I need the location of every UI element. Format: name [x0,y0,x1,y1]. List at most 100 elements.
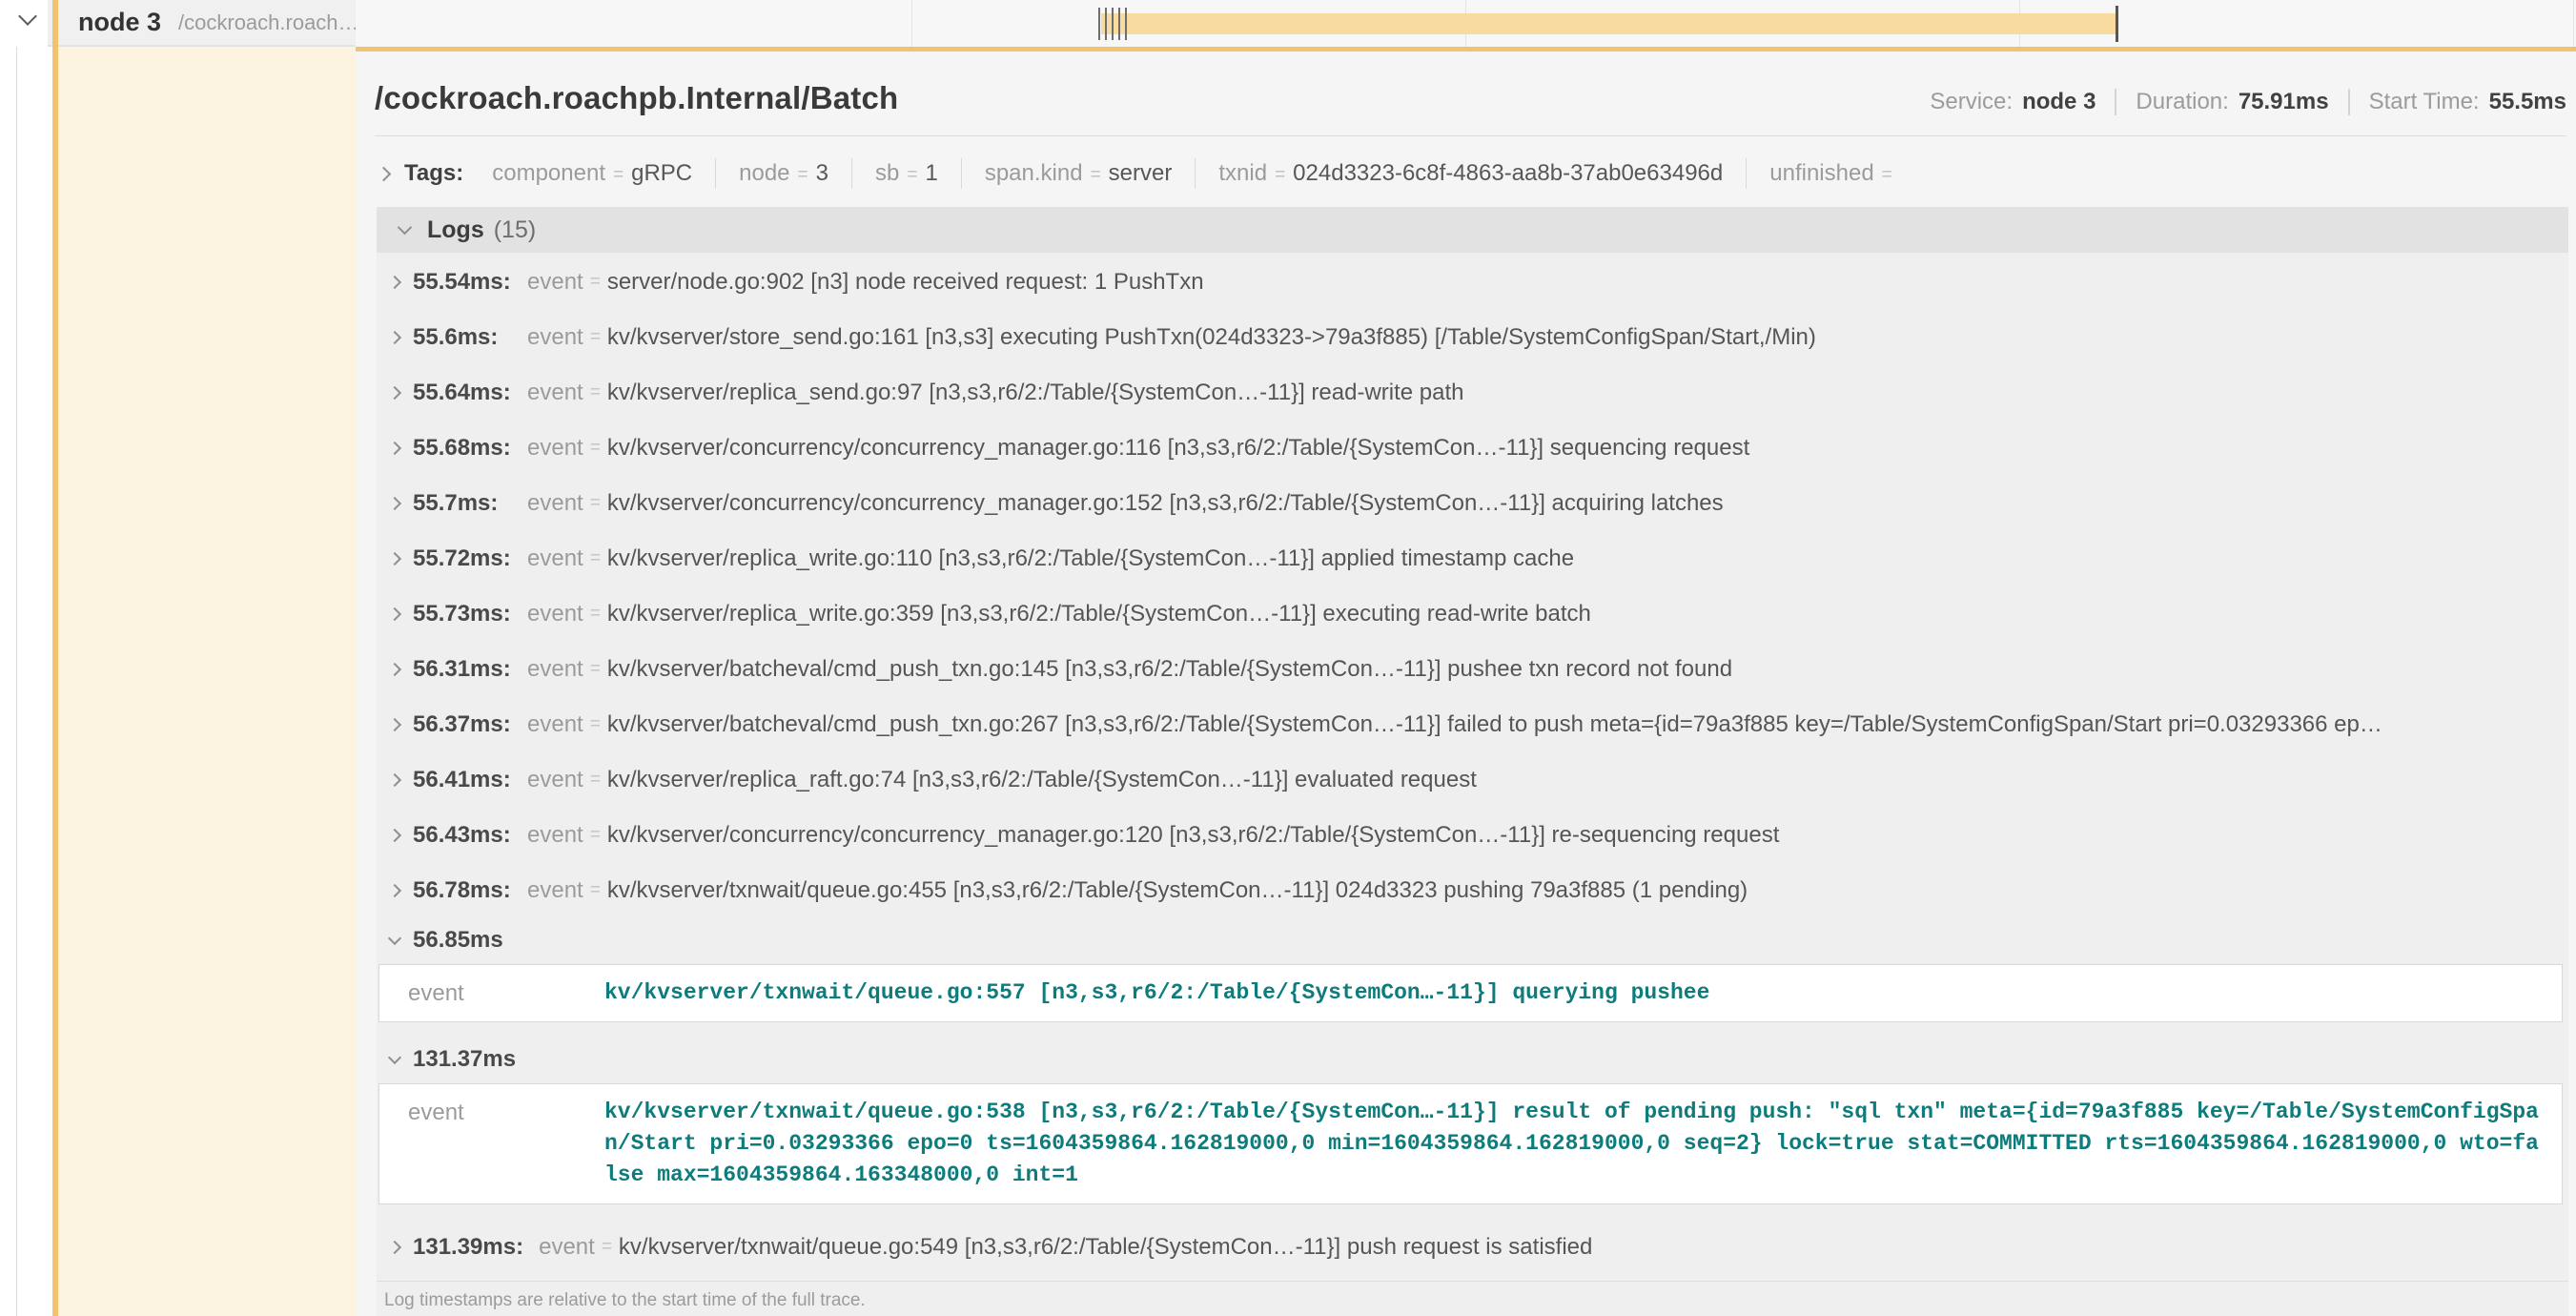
tag-equals: = [907,165,917,186]
log-timestamp: 56.31ms: [413,656,512,683]
ruler-gridline [2573,0,2574,47]
log-row[interactable]: 55.7ms: event = kv/kvserver/concurrency/… [377,476,2568,531]
log-detail-card: event kv/kvserver/txnwait/queue.go:557 [… [378,964,2563,1022]
tag-key: txnid [1218,160,1267,187]
logs-title: Logs [427,216,484,244]
log-field-key: event [527,601,583,627]
log-equals: = [590,714,601,735]
span-color-accent [52,0,58,1316]
span-meta: Service: node 3 Duration: 75.91ms Start … [1930,89,2566,115]
tag-equals: = [798,165,808,186]
log-equals: = [590,493,601,514]
log-timestamp: 55.54ms: [413,269,512,296]
tag-key: unfinished [1769,160,1873,187]
chevron-down-icon[interactable] [18,7,37,26]
log-field-key: event [527,545,583,572]
log-field-key: event [527,767,583,793]
log-field-key: event [379,1097,604,1191]
log-equals: = [590,880,601,901]
log-row[interactable]: 56.31ms: event = kv/kvserver/batcheval/c… [377,642,2568,697]
log-field-value: kv/kvserver/replica_write.go:110 [n3,s3,… [607,545,1574,572]
log-marker-tick [1105,8,1107,40]
log-field-value: kv/kvserver/batcheval/cmd_push_txn.go:14… [607,656,1732,683]
tag-value: 1 [925,160,937,187]
log-timestamp: 131.39ms: [413,1234,523,1261]
chevron-right-icon [388,718,401,731]
log-row[interactable]: 55.73ms: event = kv/kvserver/replica_wri… [377,586,2568,642]
log-timestamp: 55.6ms: [413,324,512,351]
logs-count: (15) [494,216,536,244]
meta-value: node 3 [2022,89,2096,115]
log-row[interactable]: 131.39ms: event = kv/kvserver/txnwait/qu… [377,1220,2568,1275]
span-bar[interactable] [1101,13,2116,34]
log-timestamp: 55.64ms: [413,380,512,406]
tag-item: span.kind = server [961,158,1196,189]
log-detail-card: event kv/kvserver/txnwait/queue.go:538 [… [378,1083,2563,1204]
log-field-value: kv/kvserver/concurrency/concurrency_mana… [607,435,1749,462]
log-field-key: event [527,711,583,738]
log-row[interactable]: 56.78ms: event = kv/kvserver/txnwait/que… [377,863,2568,918]
meta-label: Duration: [2136,89,2228,115]
meta-item: Start Time: 55.5ms [2348,89,2566,115]
log-row-expanded-header[interactable]: 131.37ms [377,1038,2568,1081]
log-marker-tick [1112,8,1114,40]
timeline-ruler: 75.91ms [356,0,2576,47]
chevron-right-icon [388,607,401,621]
log-timestamp: 131.37ms [413,1046,516,1073]
log-row[interactable]: 55.68ms: event = kv/kvserver/concurrency… [377,421,2568,476]
chevron-right-icon [388,386,401,400]
tag-item: unfinished = [1746,158,1923,189]
chevron-right-icon [388,663,401,676]
tag-item: component = gRPC [469,158,715,189]
log-row[interactable]: 55.72ms: event = kv/kvserver/replica_wri… [377,531,2568,586]
log-row[interactable]: 55.64ms: event = kv/kvserver/replica_sen… [377,365,2568,421]
expanded-row-background [58,47,356,1316]
span-title: /cockroach.roachpb.Internal/Batch [375,80,898,116]
log-field-value: kv/kvserver/concurrency/concurrency_mana… [607,822,1780,849]
log-equals: = [590,548,601,569]
log-field-key: event [527,656,583,683]
log-field-key: event [527,269,583,296]
ruler-gridline [911,0,912,47]
tag-value: server [1109,160,1173,187]
chevron-right-icon [388,884,401,897]
log-marker-tick [1098,8,1100,40]
chevron-right-icon [388,773,401,787]
chevron-right-icon [388,442,401,455]
log-row[interactable]: 55.6ms: event = kv/kvserver/store_send.g… [377,310,2568,365]
log-row[interactable]: 56.41ms: event = kv/kvserver/replica_raf… [377,752,2568,808]
log-field-value: kv/kvserver/txnwait/queue.go:549 [n3,s3,… [619,1234,1592,1261]
log-marker-tick [1125,8,1127,40]
log-field-key: event [379,977,604,1009]
log-row[interactable]: 56.43ms: event = kv/kvserver/concurrency… [377,808,2568,863]
log-field-value: kv/kvserver/replica_raft.go:74 [n3,s3,r6… [607,767,1477,793]
meta-value: 55.5ms [2489,89,2566,115]
log-equals: = [602,1237,612,1258]
log-timestamp: 56.41ms: [413,767,512,793]
chevron-right-icon [388,497,401,510]
log-row[interactable]: 55.54ms: event = server/node.go:902 [n3]… [377,255,2568,310]
log-field-value: kv/kvserver/txnwait/queue.go:455 [n3,s3,… [607,877,1748,904]
span-name-cell[interactable]: node 3 /cockroach.roach… [48,0,356,47]
trace-row: node 3 /cockroach.roach… 75.91ms [0,0,2576,47]
tags-toggle[interactable]: Tags: [378,160,463,187]
log-row[interactable]: 56.37ms: event = kv/kvserver/batcheval/c… [377,697,2568,752]
tags-row: Tags: component = gRPC node = 3 sb = 1 s… [378,157,2576,190]
meta-value: 75.91ms [2239,89,2329,115]
span-service-name: node 3 [78,8,161,37]
span-operation-name: /cockroach.roach… [178,10,356,35]
logs-section: Logs (15) 55.54ms: event = server/node.g… [377,207,2568,1316]
meta-item: Service: node 3 [1930,89,2096,115]
tag-value: gRPC [631,160,692,187]
log-marker-tick [1118,8,1120,40]
detail-header: /cockroach.roachpb.Internal/Batch Servic… [356,51,2576,116]
logs-footer-note: Log timestamps are relative to the start… [377,1281,2568,1316]
log-timestamp: 56.85ms [413,927,503,954]
tag-value: 024d3323-6c8f-4863-aa8b-37ab0e63496d [1293,160,1723,187]
log-equals: = [590,272,601,293]
log-row-expanded-header[interactable]: 56.85ms [377,918,2568,962]
log-timestamp: 56.78ms: [413,877,512,904]
logs-body: 55.54ms: event = server/node.go:902 [n3]… [377,253,2568,1316]
logs-header[interactable]: Logs (15) [377,207,2568,253]
log-marker-tick-end [2116,6,2118,42]
